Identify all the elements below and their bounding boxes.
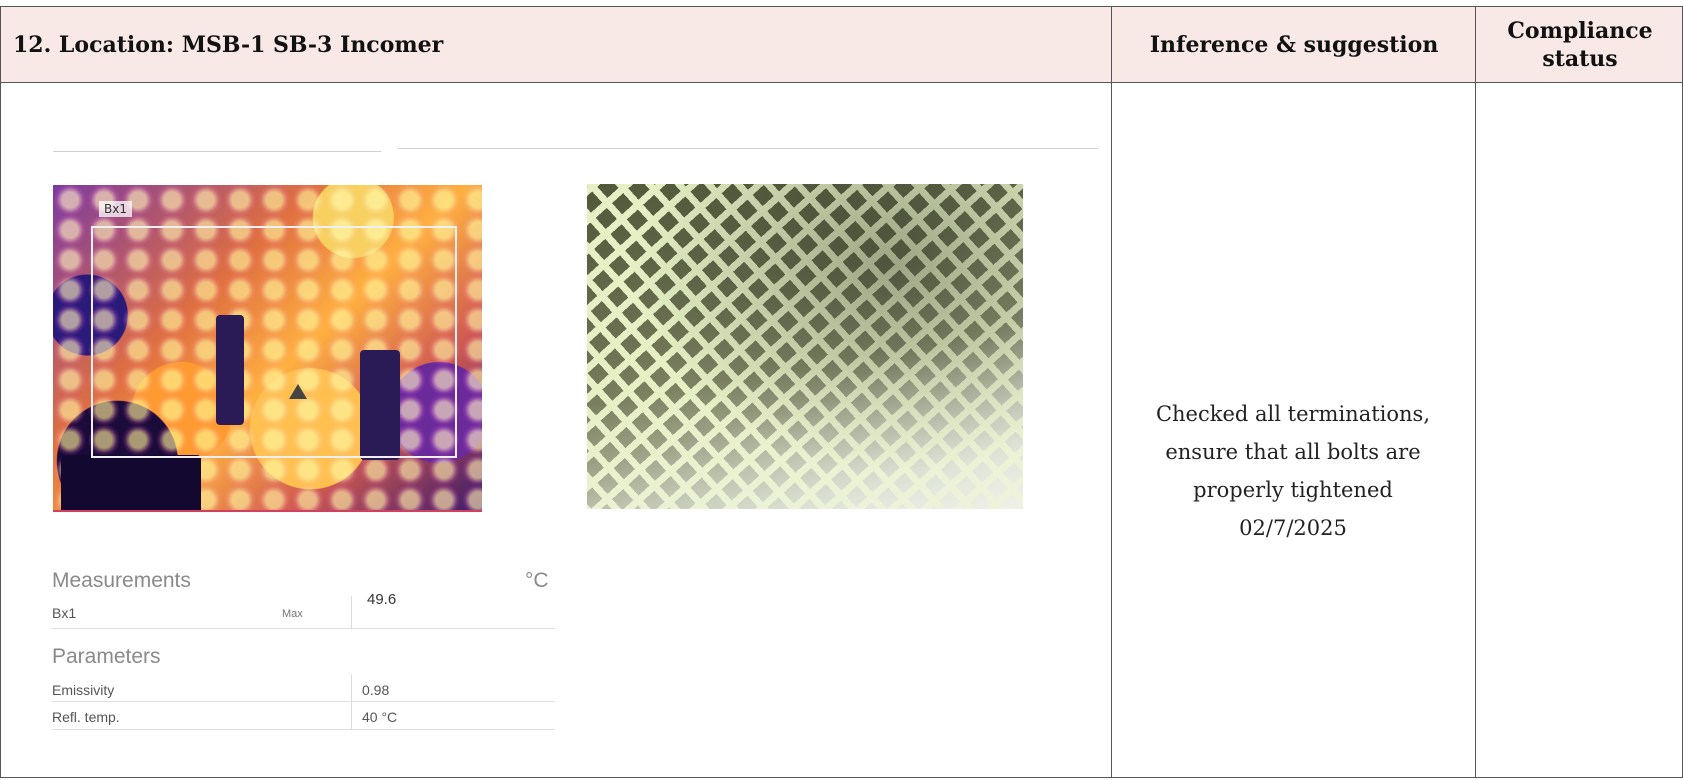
measurement-name: Bx1 [52,605,77,621]
temperature-unit: °C [525,569,549,592]
parameter-value: 0.98 [362,682,390,698]
max-temp-marker-icon [289,384,307,399]
compliance-heading-line2: status [1542,45,1618,72]
divider-line [398,148,1098,149]
measurement-value: 49.6 [367,591,397,608]
inference-line: Checked all terminations, [1155,402,1431,426]
divider-line [53,151,381,152]
measurement-box [91,226,457,458]
parameter-name: Refl. temp. [52,709,120,725]
inference-date: 02/7/2025 [1239,516,1347,540]
inference-line: ensure that all bolts are [1165,440,1421,464]
inference-text: Checked all terminations, ensure that al… [1112,395,1474,547]
compliance-heading-line1: Compliance [1507,17,1653,44]
column-divider-2 [1475,7,1476,777]
box-label: Bx1 [99,201,132,217]
compliance-heading: Compliance status [1477,7,1683,82]
inference-heading: Inference & suggestion [1149,31,1439,58]
measurement-stat: Max [282,608,303,620]
column-divider-1 [1111,7,1112,777]
header-divider [1,82,1682,83]
location-heading: 12. Location: MSB-1 SB-3 Incomer [13,31,444,58]
parameters-title: Parameters [52,645,161,668]
inference-line: properly tightened [1193,478,1393,502]
parameter-value: 40 °C [362,709,398,725]
parameter-name: Emissivity [52,682,115,698]
measurements-title: Measurements [52,569,191,592]
thermal-image: Bx1 [53,185,482,512]
visual-photo [587,184,1023,509]
